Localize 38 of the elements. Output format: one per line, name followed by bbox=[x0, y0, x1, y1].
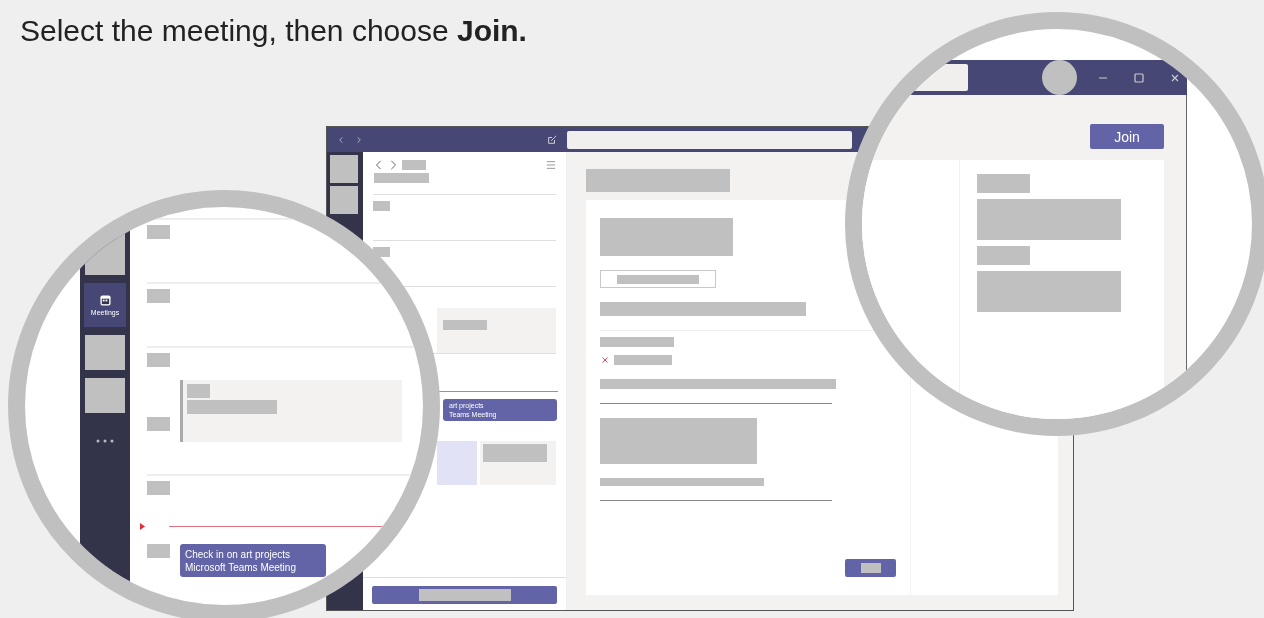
avatar[interactable] bbox=[1042, 60, 1077, 95]
selected-slot[interactable] bbox=[437, 441, 477, 486]
placeholder-bar bbox=[373, 201, 390, 211]
calendar-icon bbox=[99, 294, 111, 306]
placeholder-bar bbox=[402, 160, 426, 170]
placeholder-bar bbox=[147, 417, 170, 431]
placeholder-bar bbox=[187, 384, 210, 398]
placeholder-bar bbox=[443, 320, 487, 330]
back-icon[interactable] bbox=[374, 160, 384, 170]
placeholder-bar bbox=[374, 173, 429, 183]
placeholder-bar bbox=[614, 355, 672, 365]
placeholder-bar bbox=[977, 174, 1030, 193]
event-block[interactable] bbox=[180, 380, 402, 442]
placeholder-bar bbox=[147, 225, 170, 239]
back-icon[interactable] bbox=[337, 135, 345, 144]
placeholder-bar bbox=[977, 246, 1030, 265]
maximize-icon[interactable] bbox=[1133, 71, 1145, 84]
instruction-text: Select the meeting, then choose Join. bbox=[20, 14, 527, 47]
forward-icon[interactable] bbox=[355, 135, 363, 144]
current-time-marker-icon bbox=[140, 522, 145, 530]
placeholder-bar bbox=[147, 353, 170, 367]
list-action-button[interactable] bbox=[372, 586, 557, 604]
outlined-field[interactable] bbox=[600, 270, 716, 288]
list-icon[interactable] bbox=[546, 160, 556, 170]
close-icon[interactable] bbox=[600, 355, 610, 365]
placeholder-bar bbox=[483, 444, 547, 463]
placeholder-bar bbox=[147, 544, 170, 558]
small-button[interactable] bbox=[845, 559, 896, 577]
event-block[interactable] bbox=[437, 308, 556, 353]
join-button[interactable]: Join bbox=[1090, 124, 1164, 149]
meeting-event[interactable]: Check in on art projects Microsoft Teams Meeting bbox=[180, 544, 326, 577]
placeholder-bar bbox=[860, 563, 881, 573]
placeholder-bar bbox=[147, 289, 170, 303]
more-icon[interactable] bbox=[96, 439, 114, 443]
search-field[interactable] bbox=[567, 130, 852, 149]
placeholder-bar bbox=[147, 481, 170, 495]
forward-icon[interactable] bbox=[388, 160, 398, 170]
compose-icon[interactable] bbox=[547, 134, 557, 145]
